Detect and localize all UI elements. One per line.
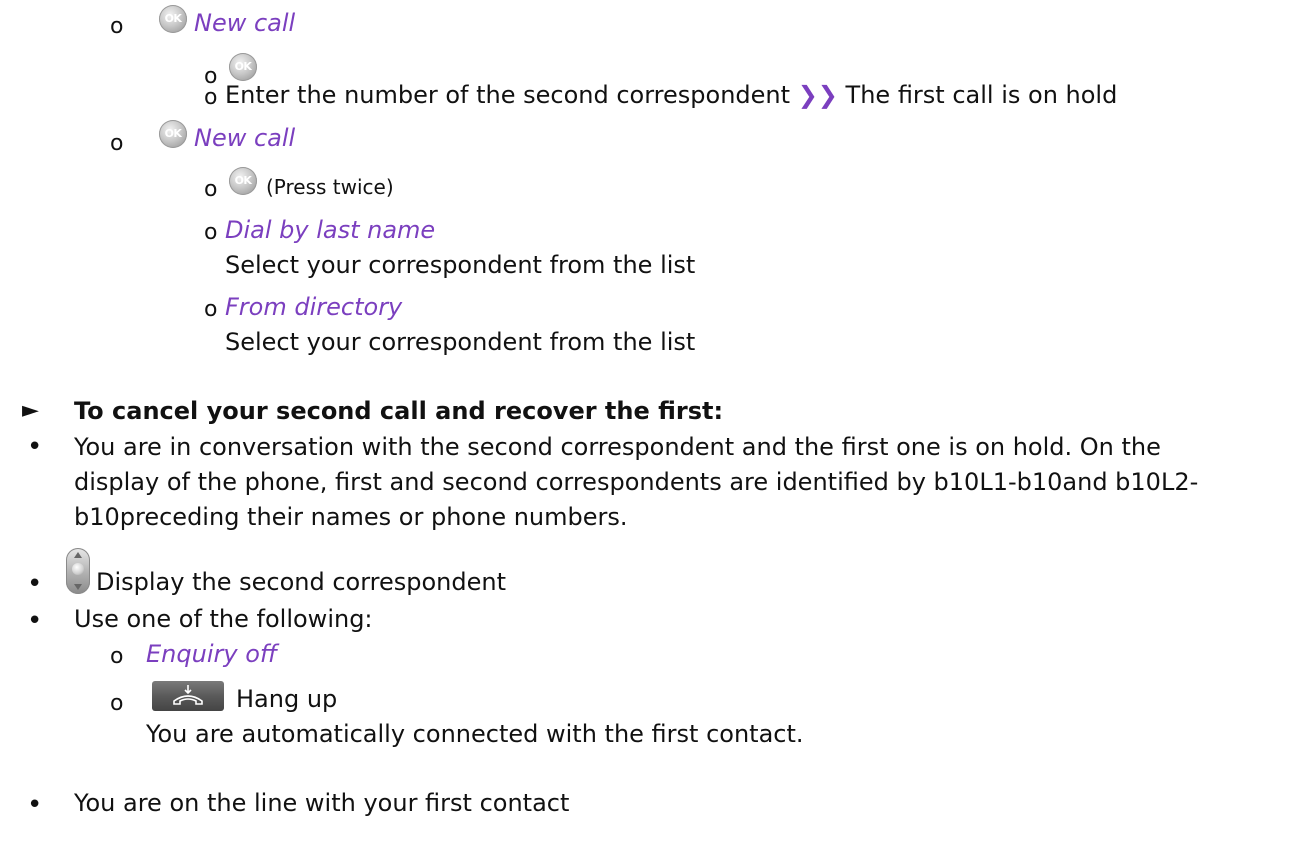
select-correspondent-text: Select your correspondent from the list: [225, 251, 696, 279]
ok-key-icon: OK: [229, 167, 257, 195]
hangup-handset-icon: [173, 685, 203, 705]
select-correspondent-text: Select your correspondent from the list: [225, 328, 696, 356]
paragraph-line: b10preceding their names or phone number…: [74, 503, 628, 531]
ok-key-icon: OK: [159, 5, 187, 33]
menu-option-from-directory: From directory: [225, 293, 403, 321]
paragraph-line: You are in conversation with the second …: [74, 433, 1161, 461]
bullet: •: [27, 432, 43, 462]
ok-key-icon: OK: [229, 53, 257, 81]
menu-option-enquiry-off: Enquiry off: [146, 640, 278, 668]
hangup-key-icon: [152, 681, 224, 711]
section-marker-icon: ►: [22, 398, 39, 423]
bullet: •: [27, 606, 43, 636]
sub-sub-bullet: o: [204, 85, 218, 110]
sub-bullet: o: [110, 14, 124, 39]
navigator-icon: [66, 548, 90, 594]
display-second-text: Display the second correspondent: [96, 568, 507, 596]
menu-option-new-call: New call: [194, 9, 296, 37]
ok-key-icon: OK: [159, 120, 187, 148]
sub-bullet: o: [110, 644, 124, 669]
sub-bullet: o: [110, 691, 124, 716]
sub-sub-bullet: o: [204, 177, 218, 202]
bullet: •: [27, 569, 43, 599]
result-arrow-icon: ❯❯: [797, 81, 838, 109]
sub-bullet: o: [110, 131, 124, 156]
hang-up-label: Hang up: [236, 685, 338, 713]
enter-number-text: Enter the number of the second correspon…: [225, 81, 791, 109]
sub-sub-bullet: o: [204, 297, 218, 322]
section-heading: To cancel your second call and recover t…: [74, 397, 724, 425]
paragraph-line: display of the phone, first and second c…: [74, 468, 1199, 496]
on-hold-result: The first call is on hold: [845, 81, 1118, 109]
on-line-text: You are on the line with your first cont…: [74, 789, 570, 817]
press-twice-note: (Press twice): [266, 175, 394, 199]
bullet: •: [27, 790, 43, 820]
auto-connected-text: You are automatically connected with the…: [146, 720, 804, 748]
use-one-text: Use one of the following:: [74, 605, 373, 633]
sub-sub-bullet: o: [204, 220, 218, 245]
enter-number-step: Enter the number of the second correspon…: [225, 80, 1117, 110]
menu-option-new-call: New call: [194, 124, 296, 152]
menu-option-dial-by-last-name: Dial by last name: [225, 216, 436, 244]
